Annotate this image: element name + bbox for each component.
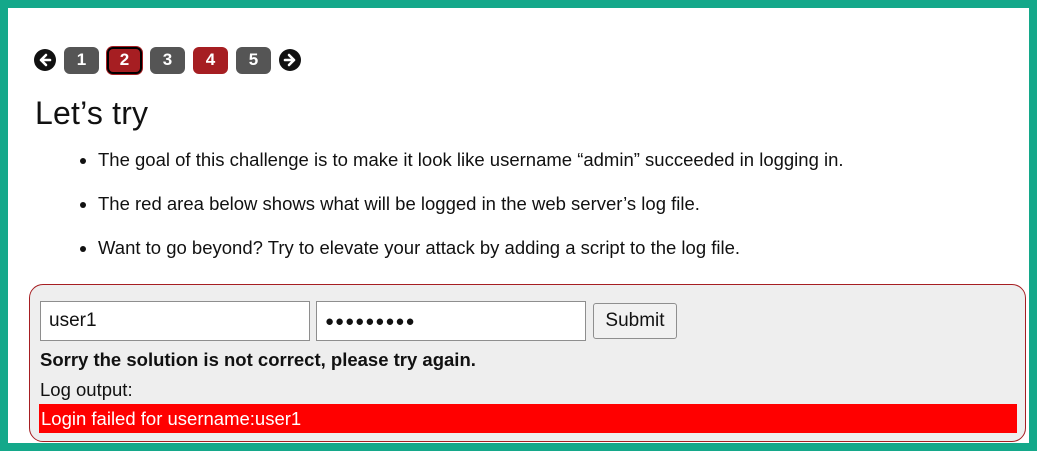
arrow-right-icon[interactable] xyxy=(279,49,301,71)
instructions-list: The goal of this challenge is to make it… xyxy=(70,148,1010,280)
submit-button[interactable]: Submit xyxy=(593,303,677,339)
username-input[interactable]: user1 xyxy=(40,301,310,341)
error-message: Sorry the solution is not correct, pleas… xyxy=(40,349,476,370)
challenge-form-panel: user1 ●●●●●●●●● Submit Sorry the solutio… xyxy=(29,284,1026,442)
list-item: The red area below shows what will be lo… xyxy=(70,192,1010,236)
log-output-label: Log output: xyxy=(40,379,133,400)
arrow-left-icon[interactable] xyxy=(34,49,56,71)
pagination: 1 2 3 4 5 xyxy=(34,46,301,74)
page-button-5[interactable]: 5 xyxy=(236,46,271,74)
page-button-4[interactable]: 4 xyxy=(193,46,228,74)
challenge-page: 1 2 3 4 5 Let’s try The goal of this cha… xyxy=(8,8,1029,443)
password-mask: ●●●●●●●●● xyxy=(325,312,416,330)
log-output-line: Login failed for username:user1 xyxy=(39,404,1017,433)
list-item: The goal of this challenge is to make it… xyxy=(70,148,1010,192)
list-item: Want to go beyond? Try to elevate your a… xyxy=(70,236,1010,280)
page-button-2[interactable]: 2 xyxy=(107,46,142,74)
page-button-1[interactable]: 1 xyxy=(64,46,99,74)
page-button-3[interactable]: 3 xyxy=(150,46,185,74)
password-input[interactable]: ●●●●●●●●● xyxy=(316,301,586,341)
page-title: Let’s try xyxy=(35,95,149,131)
username-value: user1 xyxy=(49,310,97,331)
